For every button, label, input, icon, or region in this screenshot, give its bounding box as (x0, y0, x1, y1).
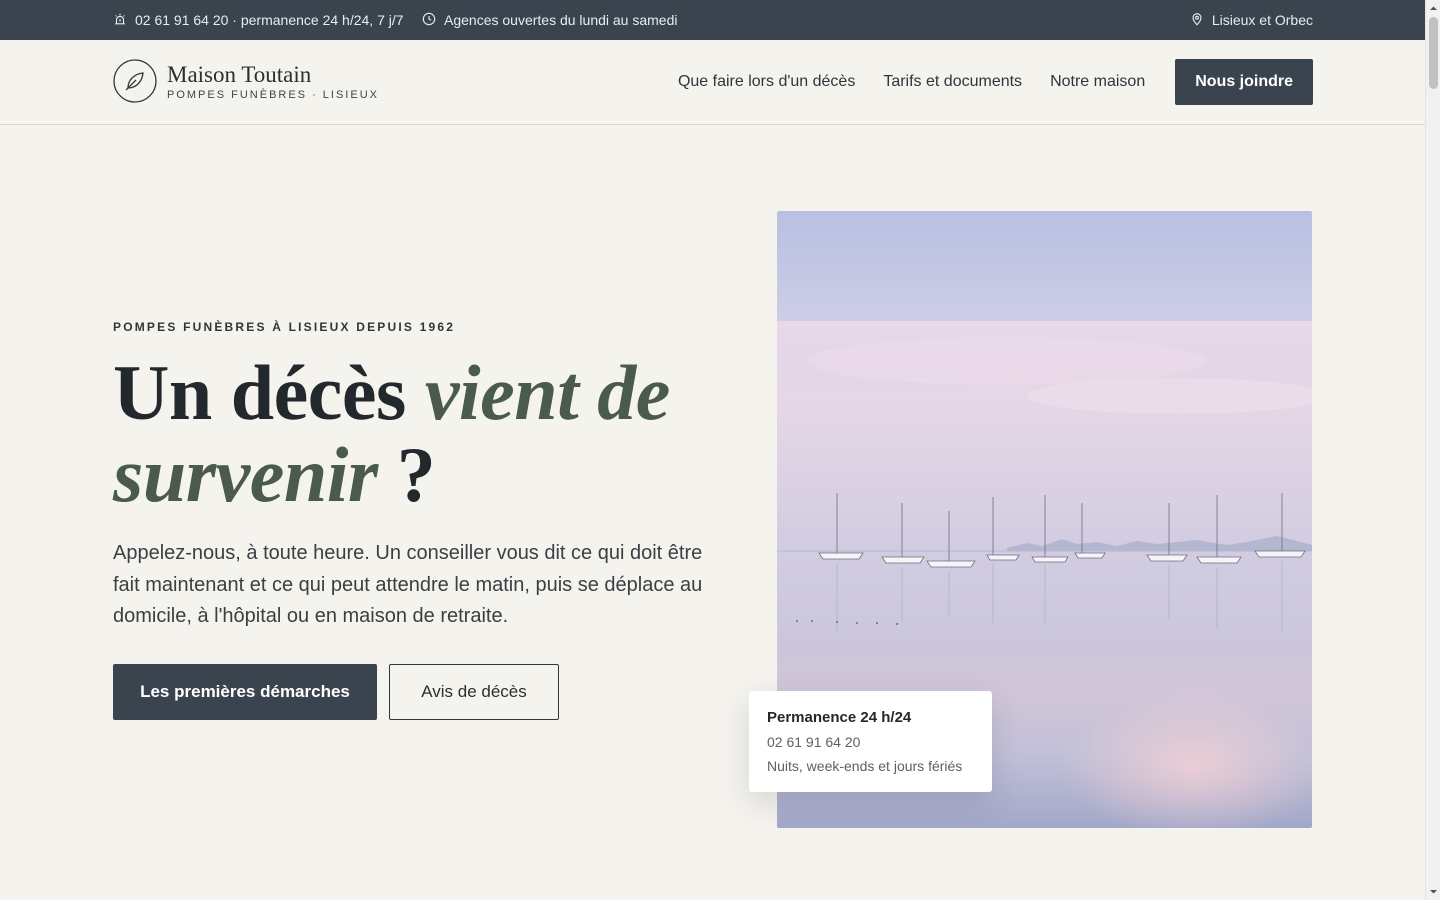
site-header: Maison Toutain POMPES FUNÈBRES · LISIEUX… (0, 40, 1425, 125)
topbar-phone-text: 02 61 91 64 20 · permanence 24 h/24, 7 j… (135, 12, 404, 28)
topbar-hours-text: Agences ouvertes du lundi au samedi (444, 12, 678, 28)
on-call-card: Permanence 24 h/24 02 61 91 64 20 Nuits,… (749, 691, 992, 792)
main-nav: Que faire lors d'un décès Tarifs et docu… (678, 59, 1313, 105)
contact-button[interactable]: Nous joindre (1175, 59, 1313, 105)
topbar-hours: Agences ouvertes du lundi au samedi (422, 0, 677, 40)
nav-item-tarifs[interactable]: Tarifs et documents (883, 73, 1022, 91)
hero-eyebrow: POMPES FUNÈBRES À LISIEUX DEPUIS 1962 (113, 320, 456, 334)
topbar-location[interactable]: Lisieux et Orbec (1190, 0, 1313, 40)
map-pin-icon (1190, 12, 1204, 29)
topbar-phone[interactable]: 02 61 91 64 20 · permanence 24 h/24, 7 j… (113, 0, 404, 40)
topbar-location-text: Lisieux et Orbec (1211, 12, 1313, 28)
first-steps-button[interactable]: Les premières démarches (113, 664, 377, 720)
on-call-phone[interactable]: 02 61 91 64 20 (767, 733, 974, 751)
scrollbar-thumb[interactable] (1429, 17, 1438, 89)
leaf-icon (113, 59, 157, 103)
top-info-bar: 02 61 91 64 20 · permanence 24 h/24, 7 j… (0, 0, 1425, 40)
headline-end: ? (377, 431, 436, 518)
hero-lede: Appelez-nous, à toute heure. Un conseill… (113, 542, 703, 627)
headline-plain: Un décès (113, 349, 425, 436)
logo-name: Maison Toutain (167, 61, 312, 87)
nav-item-que-faire[interactable]: Que faire lors d'un décès (678, 73, 855, 91)
obituaries-button[interactable]: Avis de décès (389, 664, 559, 720)
page-scrollbar[interactable] (1425, 0, 1440, 900)
on-call-note: Nuits, week-ends et jours fériés (767, 758, 963, 774)
hero-headline: Un décès vient de survenir ? (113, 352, 733, 516)
siren-icon (113, 12, 127, 29)
on-call-title: Permanence 24 h/24 (767, 709, 912, 726)
scroll-up-arrow-icon[interactable] (1429, 4, 1438, 13)
clock-icon (422, 12, 436, 29)
logo-tagline: POMPES FUNÈBRES · LISIEUX (167, 88, 379, 101)
nav-item-notre-maison[interactable]: Notre maison (1050, 73, 1145, 91)
scroll-down-arrow-icon[interactable] (1429, 887, 1438, 896)
logo[interactable]: Maison Toutain POMPES FUNÈBRES · LISIEUX (113, 59, 379, 103)
